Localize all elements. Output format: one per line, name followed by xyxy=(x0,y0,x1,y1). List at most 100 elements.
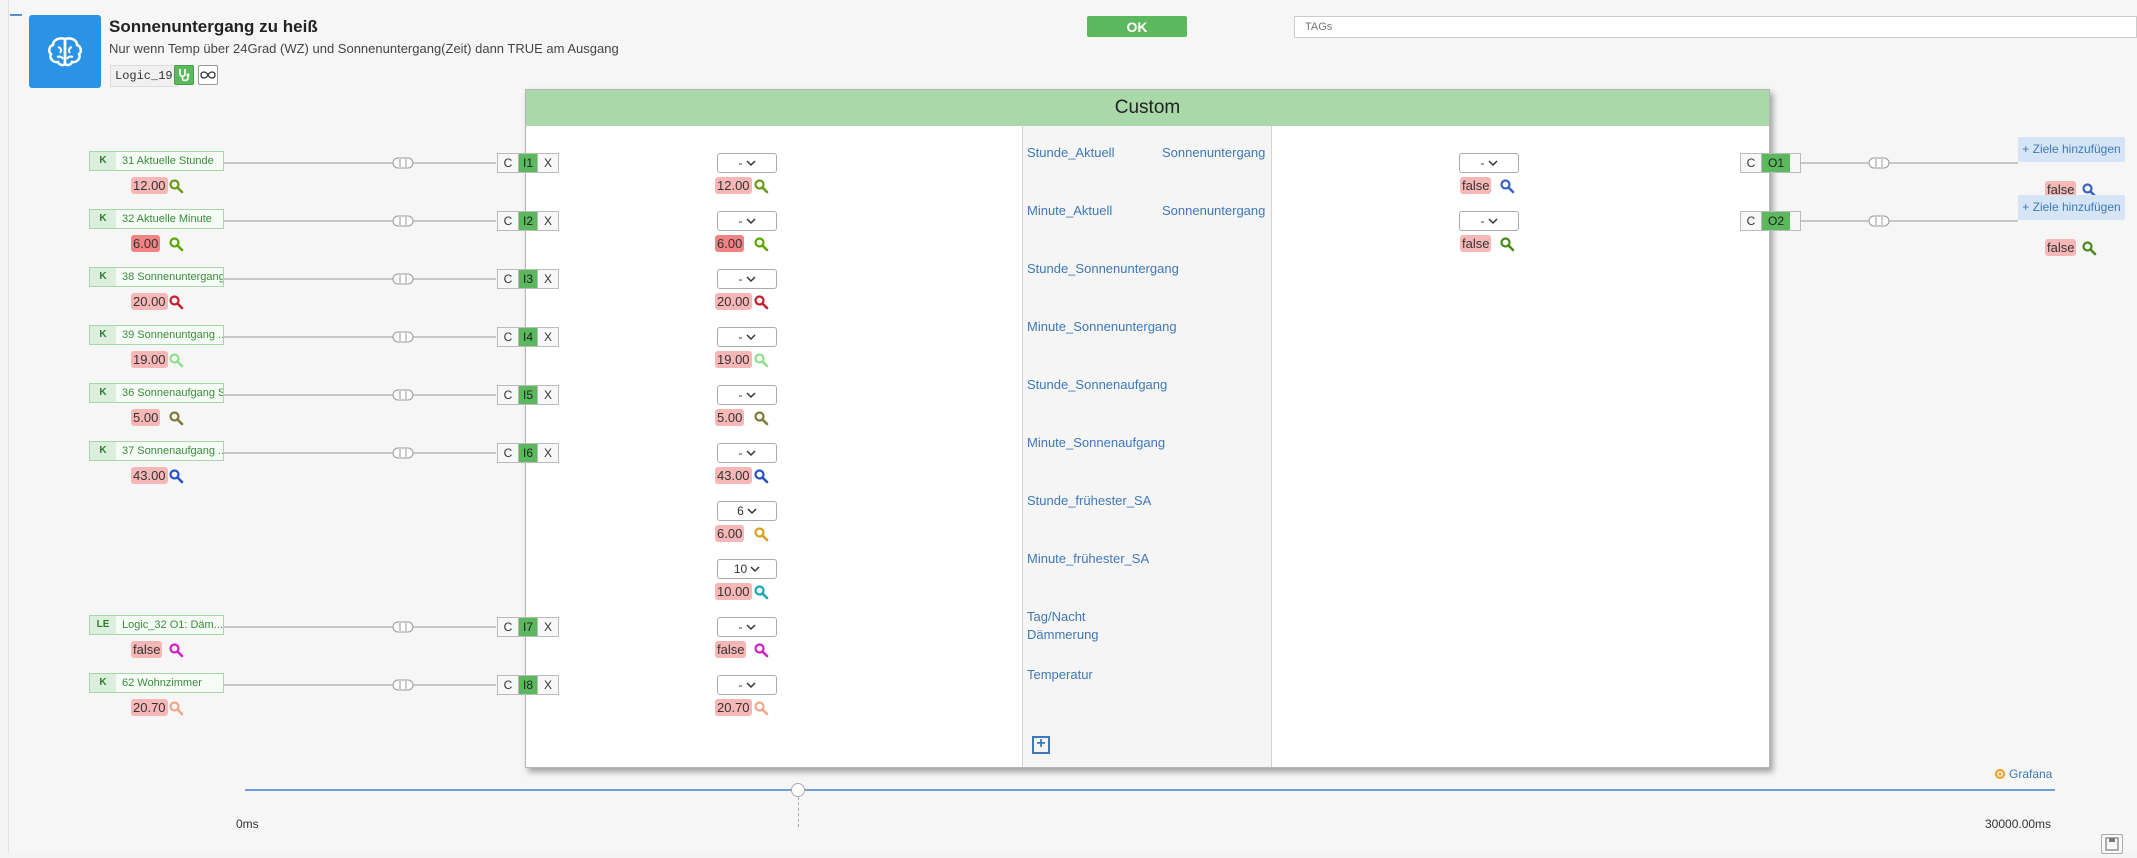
parameter-select[interactable]: - xyxy=(717,327,777,347)
plus-box-icon[interactable]: + xyxy=(1032,736,1050,754)
output-value: false xyxy=(1460,235,1492,252)
port-remove[interactable]: X xyxy=(537,618,558,636)
input-port[interactable]: C I2 X xyxy=(497,211,559,231)
port-connect[interactable]: C xyxy=(498,270,519,288)
source-object-label[interactable]: K 36 Sonnenaufgang S... xyxy=(89,383,224,403)
magnifier-icon[interactable] xyxy=(1499,178,1515,194)
source-name: 39 Sonnenuntgang ... xyxy=(122,329,224,341)
select-value: - xyxy=(738,272,743,286)
source-object-label[interactable]: K 62 Wohnzimmer xyxy=(89,673,224,693)
port-connect[interactable]: C xyxy=(498,676,519,694)
parameter-select[interactable]: - xyxy=(717,211,777,231)
magnifier-icon[interactable] xyxy=(2081,240,2097,256)
magnifier-icon[interactable] xyxy=(168,178,184,194)
collapse-toggle[interactable] xyxy=(10,14,22,16)
magnifier-icon[interactable] xyxy=(753,294,769,310)
magnifier-icon[interactable] xyxy=(753,352,769,368)
port-remove[interactable]: X xyxy=(537,386,558,404)
magnifier-icon[interactable] xyxy=(753,642,769,658)
parameter-select[interactable]: 10 xyxy=(717,559,777,579)
chevron-down-icon xyxy=(747,504,757,518)
magnifier-icon[interactable] xyxy=(168,294,184,310)
source-object-label[interactable]: K 39 Sonnenuntgang ... xyxy=(89,325,224,345)
magnifier-icon[interactable] xyxy=(753,468,769,484)
input-port[interactable]: C I3 X xyxy=(497,269,559,289)
magnifier-icon[interactable] xyxy=(753,700,769,716)
parameter-select[interactable]: - xyxy=(1459,211,1519,231)
source-type-badge: K xyxy=(90,442,116,460)
magnifier-icon[interactable] xyxy=(168,468,184,484)
port-connect[interactable]: C xyxy=(498,212,519,230)
save-icon[interactable] xyxy=(2101,834,2123,854)
timeline-marker xyxy=(798,797,799,827)
port-remove[interactable]: X xyxy=(537,154,558,172)
block-title: Custom xyxy=(526,90,1769,126)
output-port[interactable]: C O1 xyxy=(1740,153,1801,173)
add-target-button[interactable]: + Ziele hinzufügen xyxy=(2018,195,2125,220)
input-port[interactable]: C I4 X xyxy=(497,327,559,347)
page-title: Sonnenuntergang zu heiß xyxy=(109,17,318,36)
source-name: 37 Sonnenaufgang ... xyxy=(122,445,224,457)
parameter-select[interactable]: - xyxy=(717,153,777,173)
port-connect[interactable]: C xyxy=(498,386,519,404)
input-port[interactable]: C I8 X xyxy=(497,675,559,695)
stethoscope-icon[interactable] xyxy=(174,65,194,85)
port-connect[interactable]: C xyxy=(498,328,519,346)
magnifier-icon[interactable] xyxy=(1499,236,1515,252)
source-object-label[interactable]: K 31 Aktuelle Stunde xyxy=(89,151,224,171)
magnifier-icon[interactable] xyxy=(168,410,184,426)
input-port[interactable]: C I6 X xyxy=(497,443,559,463)
parameter-select[interactable]: - xyxy=(717,675,777,695)
port-connect[interactable]: C xyxy=(498,154,519,172)
select-value: - xyxy=(738,620,743,634)
source-object-label[interactable]: K 32 Aktuelle Minute xyxy=(89,209,224,229)
parameter-select[interactable]: - xyxy=(717,617,777,637)
magnifier-icon[interactable] xyxy=(168,700,184,716)
chevron-down-icon xyxy=(745,446,756,460)
parameter-select[interactable]: - xyxy=(1459,153,1519,173)
port-connect[interactable]: C xyxy=(498,444,519,462)
magnifier-icon[interactable] xyxy=(168,642,184,658)
port-connect[interactable]: C xyxy=(1741,212,1762,230)
port-connect[interactable]: C xyxy=(1741,154,1762,172)
parameter-select[interactable]: - xyxy=(717,269,777,289)
add-target-button[interactable]: + Ziele hinzufügen xyxy=(2018,137,2125,162)
input-port[interactable]: C I5 X xyxy=(497,385,559,405)
source-object-label[interactable]: K 38 Sonnenuntergang... xyxy=(89,267,224,287)
grafana-link[interactable]: Grafana xyxy=(1994,767,2052,781)
port-remove[interactable]: X xyxy=(537,676,558,694)
timeline-track[interactable] xyxy=(245,789,2055,791)
port-id: I4 xyxy=(519,328,537,346)
input-port[interactable]: C I1 X xyxy=(497,153,559,173)
ok-button[interactable]: OK xyxy=(1087,16,1187,37)
port-connect[interactable]: C xyxy=(498,618,519,636)
source-type-badge: K xyxy=(90,674,116,692)
source-object-label[interactable]: K 37 Sonnenaufgang ... xyxy=(89,441,224,461)
port-remove[interactable]: X xyxy=(537,328,558,346)
port-remove[interactable]: X xyxy=(537,270,558,288)
magnifier-icon[interactable] xyxy=(753,584,769,600)
input-value: 19.00 xyxy=(715,351,752,368)
output-port[interactable]: C O2 xyxy=(1740,211,1801,231)
port-remove[interactable]: X xyxy=(537,444,558,462)
chevron-down-icon xyxy=(745,272,756,286)
select-value: 6 xyxy=(737,504,744,518)
magnifier-icon[interactable] xyxy=(753,236,769,252)
timeline-handle[interactable] xyxy=(791,783,805,797)
source-object-label[interactable]: LE Logic_32 O1: Däm... xyxy=(89,615,224,635)
input-value: 43.00 xyxy=(715,467,752,484)
tags-input[interactable] xyxy=(1294,16,2137,38)
magnifier-icon[interactable] xyxy=(168,352,184,368)
magnifier-icon[interactable] xyxy=(753,526,769,542)
block-divider xyxy=(1022,126,1023,767)
infinity-icon[interactable] xyxy=(198,65,218,85)
parameter-select[interactable]: 6 xyxy=(717,501,777,521)
port-remove[interactable]: X xyxy=(537,212,558,230)
magnifier-icon[interactable] xyxy=(753,410,769,426)
magnifier-icon[interactable] xyxy=(753,178,769,194)
parameter-select[interactable]: - xyxy=(717,443,777,463)
input-port[interactable]: C I7 X xyxy=(497,617,559,637)
parameter-select[interactable]: - xyxy=(717,385,777,405)
magnifier-icon[interactable] xyxy=(168,236,184,252)
source-value: 19.00 xyxy=(131,351,168,368)
